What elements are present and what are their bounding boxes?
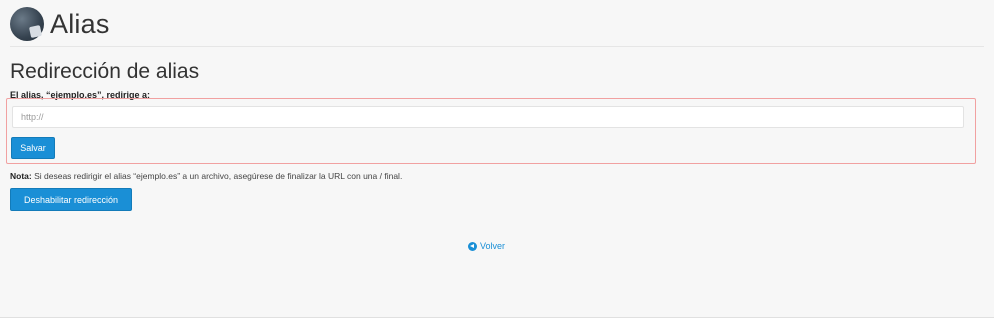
back-arrow-icon [468, 241, 477, 251]
alias-redirect-page: Alias Redirección de alias El alias, “ej… [0, 0, 994, 318]
page-header: Alias [10, 6, 110, 42]
back-link-label: Volver [480, 241, 506, 251]
alias-icon [10, 7, 44, 41]
note-prefix: Nota: [10, 171, 32, 181]
disable-redirect-button[interactable]: Deshabilitar redirección [10, 188, 132, 211]
header-divider [10, 46, 984, 47]
redirect-note: Nota: Si deseas redirigir el alias “ejem… [10, 171, 402, 181]
redirect-url-input[interactable] [12, 106, 964, 128]
page-title: Alias [50, 8, 110, 39]
section-title: Redirección de alias [10, 60, 200, 83]
save-button[interactable]: Salvar [11, 137, 55, 159]
back-link[interactable]: Volver [468, 241, 505, 251]
note-text: Si deseas redirigir el alias “ejemplo.es… [31, 171, 403, 181]
